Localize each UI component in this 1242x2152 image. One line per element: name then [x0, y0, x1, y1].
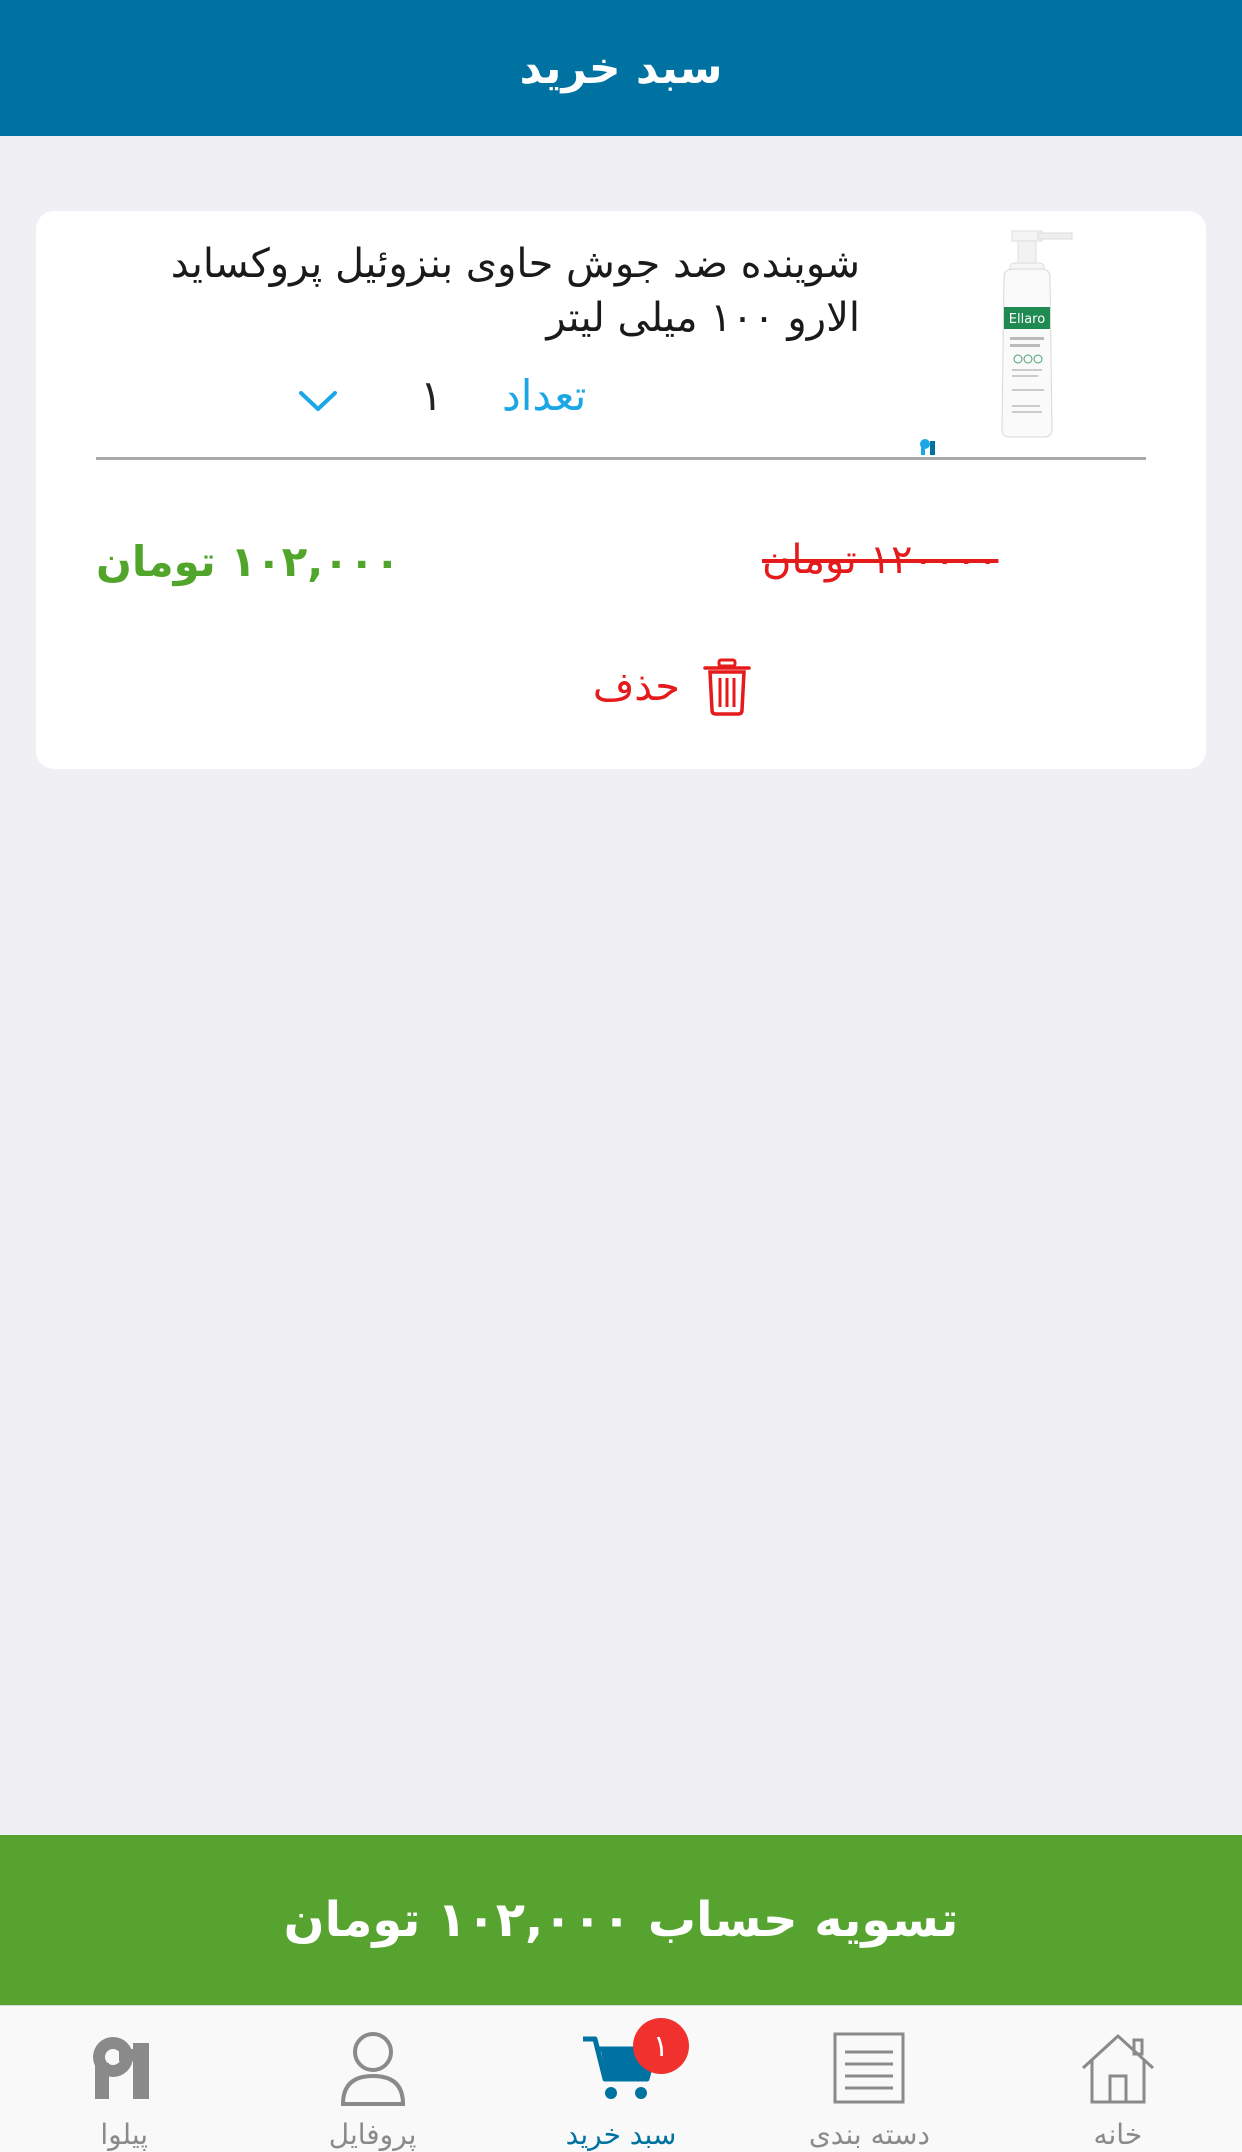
new-price: ۱۰۲,۰۰۰ تومان — [96, 537, 401, 586]
app-header: سبد خرید — [0, 0, 1242, 136]
page-title: سبد خرید — [519, 42, 723, 94]
tab-profile[interactable]: پروفایل — [248, 2006, 496, 2152]
tab-pilva[interactable]: پیلوا — [0, 2006, 248, 2152]
pilva-mini-logo-icon — [920, 439, 935, 455]
product-title[interactable]: شوینده ضد جوش حاوی بنزوئیل پروکساید الار… — [100, 237, 860, 345]
quantity-value[interactable]: ۱ — [420, 371, 443, 420]
quantity-dropdown-button[interactable] — [290, 377, 346, 425]
tab-label: پیلوا — [100, 2118, 149, 2151]
tab-label: پروفایل — [328, 2118, 417, 2151]
tab-home[interactable]: خانه — [994, 2006, 1242, 2152]
tab-label: دسته بندی — [808, 2118, 930, 2151]
trash-icon — [703, 658, 751, 716]
checkout-button[interactable]: تسویه حساب ۱۰۲,۰۰۰ تومان — [0, 1835, 1242, 2005]
quantity-label: تعداد — [502, 371, 587, 420]
cart-item-card: Ellaro شوینده ضد جوش حاوی بنزوئیل پروکسا… — [36, 211, 1206, 769]
home-icon — [1076, 2026, 1160, 2110]
tab-label: خانه — [1093, 2118, 1143, 2151]
tab-categories[interactable]: دسته بندی — [745, 2006, 993, 2152]
old-price: ۱۲۰۰۰۰ تومان — [762, 537, 999, 583]
bottom-tab-bar: پیلوا پروفایل ۱ سبد خرید دسته بندی خانه — [0, 2005, 1242, 2152]
pilva-logo-icon — [82, 2026, 166, 2110]
cart-count-badge: ۱ — [632, 2018, 689, 2074]
list-icon — [827, 2026, 911, 2110]
card-divider — [96, 457, 1146, 460]
delete-label: حذف — [592, 664, 680, 710]
delete-button[interactable]: حذف — [532, 651, 752, 723]
product-image[interactable]: Ellaro — [940, 229, 1100, 439]
tab-label: سبد خرید — [565, 2118, 677, 2151]
tab-cart[interactable]: ۱ سبد خرید — [497, 2006, 745, 2152]
user-icon — [331, 2026, 415, 2110]
checkout-label: تسویه حساب ۱۰۲,۰۰۰ تومان — [283, 1892, 959, 1948]
chevron-down-icon — [299, 391, 337, 411]
product-brand-text: Ellaro — [1009, 312, 1045, 327]
